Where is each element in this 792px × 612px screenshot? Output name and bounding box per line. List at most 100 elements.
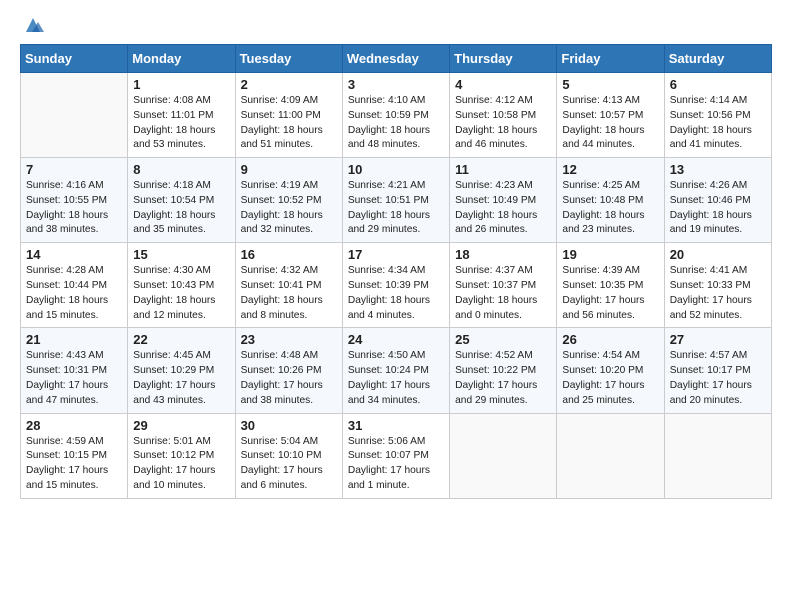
header: [20, 16, 772, 38]
calendar-cell: 7 Sunrise: 4:16 AM Sunset: 10:55 PM Dayli…: [21, 158, 128, 243]
calendar-cell: 20 Sunrise: 4:41 AM Sunset: 10:33 PM Dayl…: [664, 243, 771, 328]
calendar-cell: 31 Sunrise: 5:06 AM Sunset: 10:07 PM Dayl…: [342, 413, 449, 498]
calendar-cell: 27 Sunrise: 4:57 AM Sunset: 10:17 PM Dayl…: [664, 328, 771, 413]
cell-content: Sunrise: 5:06 AM Sunset: 10:07 PM Daylig…: [348, 435, 444, 494]
cell-content: Sunrise: 4:52 AM Sunset: 10:22 PM Daylig…: [455, 349, 551, 408]
calendar-table: SundayMondayTuesdayWednesdayThursdayFrid…: [20, 44, 772, 499]
page: SundayMondayTuesdayWednesdayThursdayFrid…: [0, 0, 792, 519]
calendar-cell: 1 Sunrise: 4:08 AM Sunset: 11:01 PM Dayli…: [128, 73, 235, 158]
cell-content: Sunrise: 4:32 AM Sunset: 10:41 PM Daylig…: [241, 264, 337, 323]
col-header-tuesday: Tuesday: [235, 45, 342, 73]
day-number: 5: [562, 77, 658, 92]
calendar-cell: 8Sunrise: 4:18 AM Sunset: 10:54 PM Dayli…: [128, 158, 235, 243]
day-number: 31: [348, 418, 444, 433]
calendar-cell: 22Sunrise: 4:45 AM Sunset: 10:29 PM Dayl…: [128, 328, 235, 413]
cell-content: Sunrise: 4:19 AM Sunset: 10:52 PM Daylig…: [241, 179, 337, 238]
day-number: 6: [670, 77, 766, 92]
cell-content: Sunrise: 4:59 AM Sunset: 10:15 PM Daylig…: [26, 435, 122, 494]
cell-content: Sunrise: 4:25 AM Sunset: 10:48 PM Daylig…: [562, 179, 658, 238]
day-number: 30: [241, 418, 337, 433]
calendar-cell: 25Sunrise: 4:52 AM Sunset: 10:22 PM Dayl…: [450, 328, 557, 413]
col-header-wednesday: Wednesday: [342, 45, 449, 73]
cell-content: Sunrise: 4:18 AM Sunset: 10:54 PM Daylig…: [133, 179, 229, 238]
calendar-cell: 18 Sunrise: 4:37 AM Sunset: 10:37 PM Dayl…: [450, 243, 557, 328]
cell-content: Sunrise: 5:01 AM Sunset: 10:12 PM Daylig…: [133, 435, 229, 494]
calendar-cell: [21, 73, 128, 158]
cell-content: Sunrise: 4:23 AM Sunset: 10:49 PM Daylig…: [455, 179, 551, 238]
calendar-cell: 11 Sunrise: 4:23 AM Sunset: 10:49 PM Dayl…: [450, 158, 557, 243]
logo: [20, 16, 44, 38]
cell-content: Sunrise: 4:54 AM Sunset: 10:20 PM Daylig…: [562, 349, 658, 408]
cell-content: Sunrise: 4:21 AM Sunset: 10:51 PM Daylig…: [348, 179, 444, 238]
cell-content: Sunrise: 4:08 AM Sunset: 11:01 PM Daylig…: [133, 94, 229, 153]
calendar-cell: 9 Sunrise: 4:19 AM Sunset: 10:52 PM Dayli…: [235, 158, 342, 243]
day-number: 22: [133, 332, 229, 347]
calendar-cell: 28Sunrise: 4:59 AM Sunset: 10:15 PM Dayl…: [21, 413, 128, 498]
calendar-cell: 5 Sunrise: 4:13 AM Sunset: 10:57 PM Dayli…: [557, 73, 664, 158]
col-header-thursday: Thursday: [450, 45, 557, 73]
calendar-week-row: 28Sunrise: 4:59 AM Sunset: 10:15 PM Dayl…: [21, 413, 772, 498]
calendar-cell: 3 Sunrise: 4:10 AM Sunset: 10:59 PM Dayli…: [342, 73, 449, 158]
calendar-cell: 30Sunrise: 5:04 AM Sunset: 10:10 PM Dayl…: [235, 413, 342, 498]
calendar-cell: 2 Sunrise: 4:09 AM Sunset: 11:00 PM Dayli…: [235, 73, 342, 158]
calendar-week-row: 1 Sunrise: 4:08 AM Sunset: 11:01 PM Dayli…: [21, 73, 772, 158]
calendar-cell: [450, 413, 557, 498]
col-header-monday: Monday: [128, 45, 235, 73]
day-number: 2: [241, 77, 337, 92]
cell-content: Sunrise: 4:50 AM Sunset: 10:24 PM Daylig…: [348, 349, 444, 408]
cell-content: Sunrise: 4:34 AM Sunset: 10:39 PM Daylig…: [348, 264, 444, 323]
calendar-cell: [557, 413, 664, 498]
day-number: 15: [133, 247, 229, 262]
calendar-cell: 14Sunrise: 4:28 AM Sunset: 10:44 PM Dayl…: [21, 243, 128, 328]
cell-content: Sunrise: 4:41 AM Sunset: 10:33 PM Daylig…: [670, 264, 766, 323]
day-number: 16: [241, 247, 337, 262]
day-number: 20: [670, 247, 766, 262]
day-number: 18: [455, 247, 551, 262]
day-number: 12: [562, 162, 658, 177]
col-header-saturday: Saturday: [664, 45, 771, 73]
calendar-header-row: SundayMondayTuesdayWednesdayThursdayFrid…: [21, 45, 772, 73]
calendar-cell: 19 Sunrise: 4:39 AM Sunset: 10:35 PM Dayl…: [557, 243, 664, 328]
calendar-cell: 16 Sunrise: 4:32 AM Sunset: 10:41 PM Dayl…: [235, 243, 342, 328]
calendar-cell: 13 Sunrise: 4:26 AM Sunset: 10:46 PM Dayl…: [664, 158, 771, 243]
cell-content: Sunrise: 4:16 AM Sunset: 10:55 PM Daylig…: [26, 179, 122, 238]
logo-icon: [22, 14, 44, 36]
day-number: 29: [133, 418, 229, 433]
day-number: 19: [562, 247, 658, 262]
cell-content: Sunrise: 4:09 AM Sunset: 11:00 PM Daylig…: [241, 94, 337, 153]
cell-content: Sunrise: 4:48 AM Sunset: 10:26 PM Daylig…: [241, 349, 337, 408]
day-number: 24: [348, 332, 444, 347]
day-number: 11: [455, 162, 551, 177]
cell-content: Sunrise: 4:26 AM Sunset: 10:46 PM Daylig…: [670, 179, 766, 238]
cell-content: Sunrise: 4:37 AM Sunset: 10:37 PM Daylig…: [455, 264, 551, 323]
calendar-cell: [664, 413, 771, 498]
day-number: 23: [241, 332, 337, 347]
calendar-cell: 24 Sunrise: 4:50 AM Sunset: 10:24 PM Dayl…: [342, 328, 449, 413]
calendar-cell: 26Sunrise: 4:54 AM Sunset: 10:20 PM Dayl…: [557, 328, 664, 413]
calendar-cell: 15 Sunrise: 4:30 AM Sunset: 10:43 PM Dayl…: [128, 243, 235, 328]
day-number: 14: [26, 247, 122, 262]
day-number: 9: [241, 162, 337, 177]
cell-content: Sunrise: 4:12 AM Sunset: 10:58 PM Daylig…: [455, 94, 551, 153]
cell-content: Sunrise: 4:13 AM Sunset: 10:57 PM Daylig…: [562, 94, 658, 153]
day-number: 1: [133, 77, 229, 92]
day-number: 27: [670, 332, 766, 347]
calendar-cell: 10Sunrise: 4:21 AM Sunset: 10:51 PM Dayl…: [342, 158, 449, 243]
day-number: 4: [455, 77, 551, 92]
cell-content: Sunrise: 4:30 AM Sunset: 10:43 PM Daylig…: [133, 264, 229, 323]
calendar-cell: 4 Sunrise: 4:12 AM Sunset: 10:58 PM Dayli…: [450, 73, 557, 158]
cell-content: Sunrise: 4:39 AM Sunset: 10:35 PM Daylig…: [562, 264, 658, 323]
day-number: 3: [348, 77, 444, 92]
cell-content: Sunrise: 4:57 AM Sunset: 10:17 PM Daylig…: [670, 349, 766, 408]
cell-content: Sunrise: 4:43 AM Sunset: 10:31 PM Daylig…: [26, 349, 122, 408]
calendar-week-row: 14Sunrise: 4:28 AM Sunset: 10:44 PM Dayl…: [21, 243, 772, 328]
day-number: 13: [670, 162, 766, 177]
calendar-cell: 21Sunrise: 4:43 AM Sunset: 10:31 PM Dayl…: [21, 328, 128, 413]
col-header-sunday: Sunday: [21, 45, 128, 73]
calendar-cell: 12 Sunrise: 4:25 AM Sunset: 10:48 PM Dayl…: [557, 158, 664, 243]
calendar-cell: 29 Sunrise: 5:01 AM Sunset: 10:12 PM Dayl…: [128, 413, 235, 498]
calendar-cell: 17Sunrise: 4:34 AM Sunset: 10:39 PM Dayl…: [342, 243, 449, 328]
day-number: 7: [26, 162, 122, 177]
cell-content: Sunrise: 4:10 AM Sunset: 10:59 PM Daylig…: [348, 94, 444, 153]
calendar-week-row: 21Sunrise: 4:43 AM Sunset: 10:31 PM Dayl…: [21, 328, 772, 413]
